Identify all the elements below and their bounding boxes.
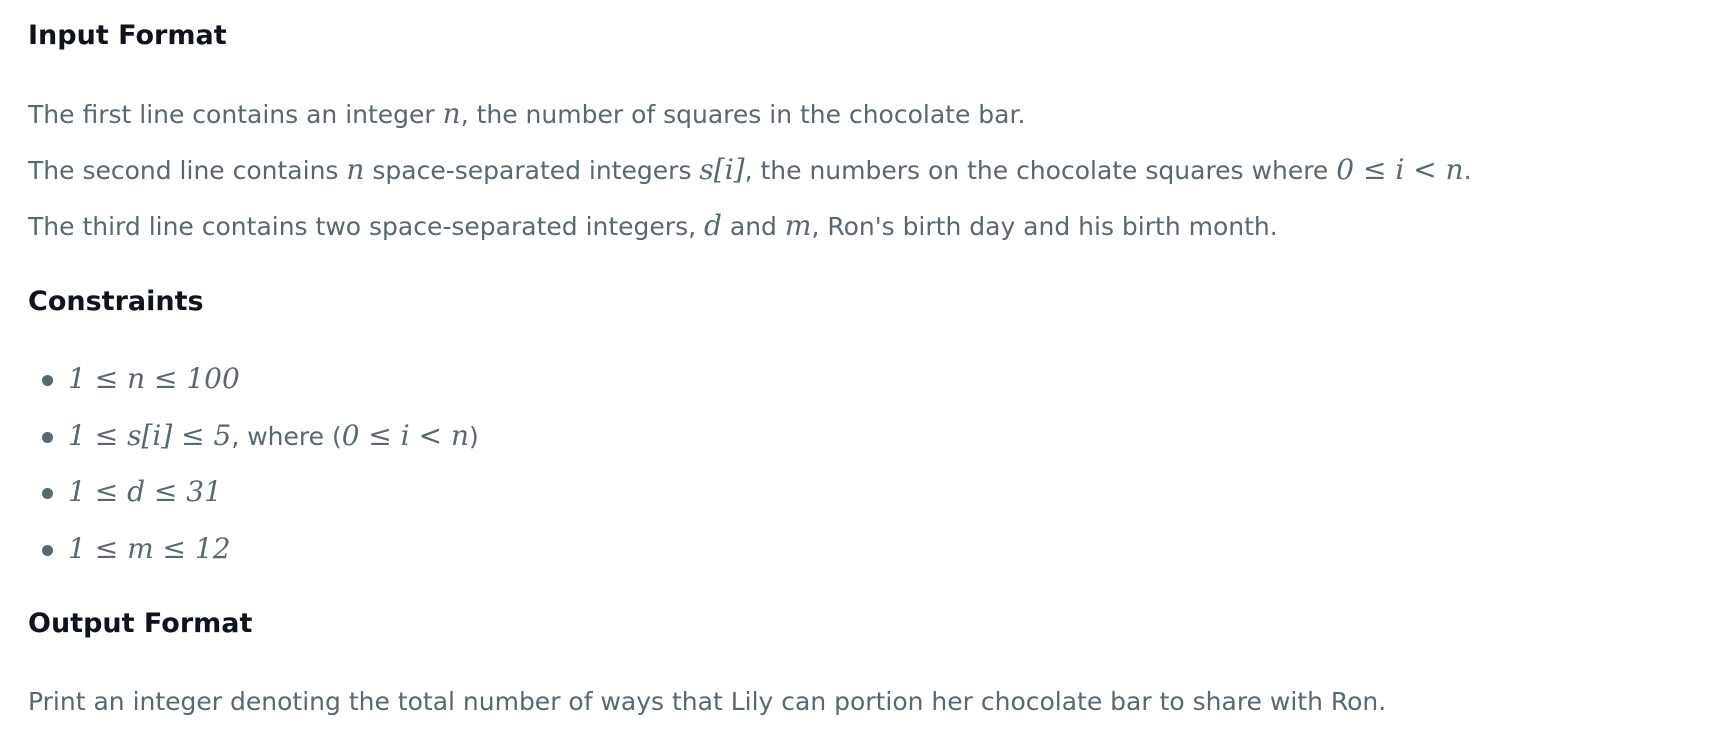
- constraint-item: 1 ≤ d ≤ 31: [28, 472, 479, 529]
- input-line-1: The first line contains an integer n, th…: [28, 97, 1026, 130]
- output-line: Print an integer denoting the total numb…: [28, 687, 1387, 716]
- problem-statement: Input Format The first line contains an …: [0, 0, 1712, 744]
- output-format-heading: Output Format: [28, 608, 253, 639]
- input-line-2: The second line contains n space-separat…: [28, 153, 1472, 186]
- bullet-dot: [42, 375, 53, 386]
- math-m: m: [784, 209, 812, 242]
- input-line-3: The third line contains two space-separa…: [28, 209, 1278, 242]
- constraint-expr: 1 ≤ m ≤ 12: [68, 531, 231, 565]
- bullet-dot: [42, 488, 53, 499]
- constraint-expr: 1 ≤ n ≤ 100: [68, 362, 240, 395]
- math-index-condition: 0 ≤ i < n: [1336, 153, 1464, 186]
- constraints-heading: Constraints: [28, 286, 204, 317]
- math-n: n: [442, 97, 461, 130]
- constraint-item: 1 ≤ s[i] ≤ 5, where (0 ≤ i < n): [28, 416, 479, 473]
- constraints-list: 1 ≤ n ≤ 100 1 ≤ s[i] ≤ 5, where (0 ≤ i <…: [28, 359, 479, 585]
- constraint-cond: 0 ≤ i < n: [341, 418, 470, 452]
- constraint-expr: 1 ≤ s[i] ≤ 5: [68, 418, 232, 452]
- bullet-dot: [42, 431, 53, 443]
- constraint-item: 1 ≤ n ≤ 100: [28, 359, 479, 416]
- math-s-i: s[i]: [699, 153, 745, 186]
- constraint-expr: 1 ≤ d ≤ 31: [68, 475, 222, 508]
- constraint-item: 1 ≤ m ≤ 12: [28, 529, 479, 586]
- math-n: n: [346, 153, 365, 186]
- bullet-dot: [42, 544, 53, 556]
- math-d: d: [704, 209, 722, 242]
- input-format-heading: Input Format: [28, 20, 227, 51]
